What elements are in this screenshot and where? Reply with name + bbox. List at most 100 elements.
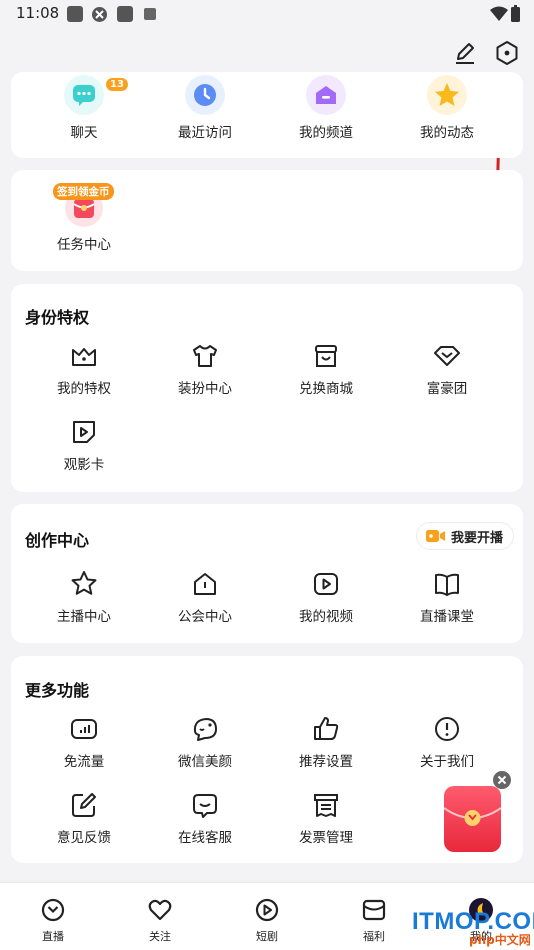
task-label: 任务中心 xyxy=(57,237,111,253)
shortcuts-card: 13 聊天 最近访问 我的频道 我的动态 xyxy=(11,72,523,158)
item-label: 公会中心 xyxy=(178,609,232,625)
tab-label: 直播 xyxy=(42,930,64,943)
function-item[interactable]: 意见反馈 xyxy=(24,790,144,846)
red-envelope-icon xyxy=(443,807,502,826)
tab-follow[interactable]: 关注 xyxy=(125,897,195,944)
watermark-php: php中文网 xyxy=(469,933,531,947)
privilege-item[interactable]: 富豪团 xyxy=(387,341,507,397)
creation-item[interactable]: 公会中心 xyxy=(145,569,265,625)
info-icon xyxy=(435,717,459,741)
clock-icon xyxy=(194,84,216,106)
item-label: 免流量 xyxy=(63,754,105,770)
camera-icon xyxy=(425,530,445,542)
crown-icon xyxy=(72,348,96,366)
film-card-icon xyxy=(73,421,95,443)
item-label: 我的特权 xyxy=(57,381,111,397)
gift-tab-icon xyxy=(362,899,386,921)
start-live-label: 我要开播 xyxy=(450,530,503,546)
app-notification-icon xyxy=(92,7,107,22)
item-label: 主播中心 xyxy=(57,609,111,625)
service-icon xyxy=(193,794,217,818)
shortcut-recent[interactable]: 最近访问 xyxy=(145,75,265,141)
settings-icon[interactable] xyxy=(494,40,520,66)
edit-profile-icon[interactable] xyxy=(452,40,478,66)
tab-welfare[interactable]: 福利 xyxy=(339,897,409,944)
item-label: 观影卡 xyxy=(63,457,105,473)
privilege-item[interactable]: 观影卡 xyxy=(24,417,144,473)
status-time: 11:08 xyxy=(16,4,60,22)
shortcut-channel[interactable]: 我的频道 xyxy=(266,75,386,141)
star-icon xyxy=(435,83,459,106)
item-label: 微信美颜 xyxy=(178,754,232,770)
tab-short-drama[interactable]: 短剧 xyxy=(232,897,302,944)
item-label: 兑换商城 xyxy=(299,381,353,397)
shortcut-label: 我的频道 xyxy=(299,125,353,141)
tab-label: 关注 xyxy=(149,930,171,943)
section-title: 身份特权 xyxy=(25,308,90,327)
function-item[interactable]: 发票管理 xyxy=(266,790,386,846)
item-label: 在线客服 xyxy=(178,830,232,846)
shortcut-chat[interactable]: 13 聊天 xyxy=(24,75,144,141)
item-label: 发票管理 xyxy=(299,830,353,846)
edit-icon xyxy=(72,793,96,817)
shop-icon xyxy=(315,345,337,367)
star-outline-icon xyxy=(71,571,97,595)
shortcut-label: 聊天 xyxy=(70,125,98,141)
tab-label: 福利 xyxy=(363,930,385,943)
function-item[interactable]: 推荐设置 xyxy=(266,714,386,770)
chat-icon xyxy=(73,85,95,106)
sign-in-badge: 签到领金币 xyxy=(53,183,114,200)
thumbs-up-icon xyxy=(314,717,339,740)
video-icon xyxy=(314,573,338,595)
creation-item[interactable]: 我的视频 xyxy=(266,569,386,625)
invoice-icon xyxy=(314,794,338,817)
floating-red-envelope[interactable] xyxy=(443,786,502,852)
book-icon xyxy=(435,573,459,596)
tab-live[interactable]: 直播 xyxy=(18,897,88,944)
function-item[interactable]: 在线客服 xyxy=(145,790,265,846)
shortcut-moments[interactable]: 我的动态 xyxy=(387,75,507,141)
shortcut-label: 我的动态 xyxy=(420,125,474,141)
data-icon xyxy=(71,719,97,739)
start-live-button[interactable]: 我要开播 xyxy=(415,522,514,550)
chat-unread-badge: 13 xyxy=(106,78,128,91)
shirt-icon xyxy=(193,345,217,367)
item-label: 意见反馈 xyxy=(57,830,111,846)
header xyxy=(0,28,534,76)
house-icon xyxy=(194,573,216,595)
notification-icon xyxy=(117,6,133,22)
beauty-icon xyxy=(193,718,217,741)
item-label: 关于我们 xyxy=(420,754,474,770)
status-bar: 11:08 xyxy=(0,0,534,28)
item-label: 推荐设置 xyxy=(299,754,353,770)
task-center-entry[interactable]: 签到领金币 任务中心 xyxy=(24,183,144,253)
creation-item[interactable]: 主播中心 xyxy=(24,569,144,625)
item-label: 装扮中心 xyxy=(178,381,232,397)
section-title: 创作中心 xyxy=(25,531,90,550)
item-label: 直播课堂 xyxy=(420,609,474,625)
function-item[interactable]: 微信美颜 xyxy=(145,714,265,770)
privilege-item[interactable]: 装扮中心 xyxy=(145,341,265,397)
privilege-item[interactable]: 我的特权 xyxy=(24,341,144,397)
notification-icon xyxy=(144,8,156,20)
live-tab-icon xyxy=(41,898,65,922)
creation-item[interactable]: 直播课堂 xyxy=(387,569,507,625)
item-label: 我的视频 xyxy=(299,609,353,625)
battery-icon xyxy=(511,5,520,22)
function-item[interactable]: 免流量 xyxy=(24,714,144,770)
notification-icon xyxy=(67,6,83,22)
item-label: 富豪团 xyxy=(426,381,468,397)
heart-tab-icon xyxy=(148,899,172,921)
function-item[interactable]: 关于我们 xyxy=(387,714,507,770)
diamond-icon xyxy=(434,346,460,366)
privilege-item[interactable]: 兑换商城 xyxy=(266,341,386,397)
identity-privilege-card: 身份特权 我的特权 装扮中心 兑换商城 富豪团 观影卡 xyxy=(11,284,523,492)
play-tab-icon xyxy=(255,898,279,922)
creation-center-card: 创作中心 我要开播 主播中心 公会中心 我的视频 直播课堂 xyxy=(11,504,523,643)
wifi-icon xyxy=(490,6,508,21)
channel-icon xyxy=(316,86,336,104)
tab-label: 短剧 xyxy=(256,930,278,943)
close-icon[interactable] xyxy=(493,771,511,789)
shortcut-label: 最近访问 xyxy=(178,125,232,141)
section-title: 更多功能 xyxy=(25,681,90,700)
